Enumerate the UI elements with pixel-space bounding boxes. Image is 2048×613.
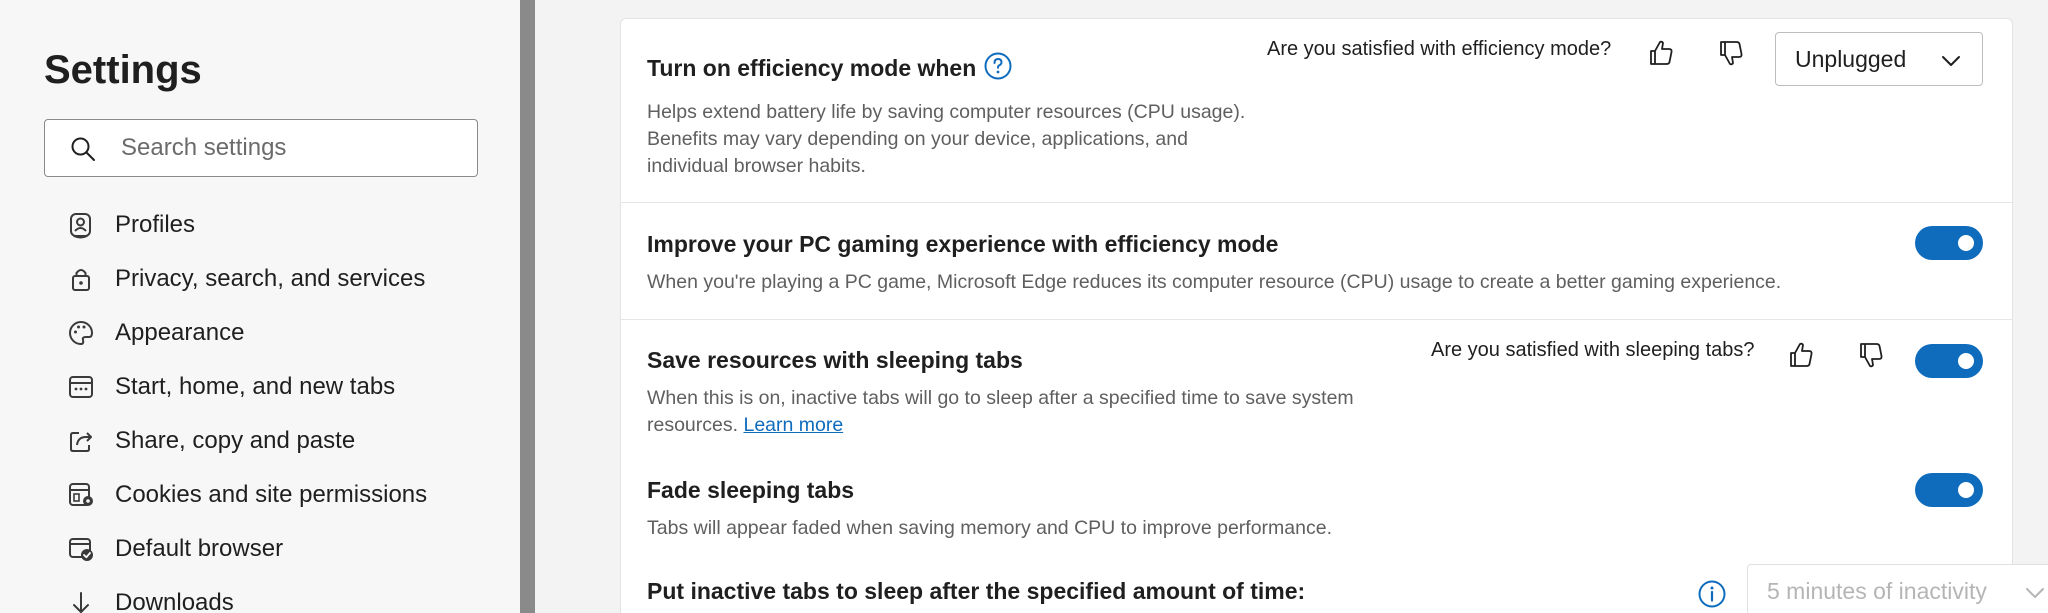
sleeping-tabs-title: Save resources with sleeping tabs (647, 347, 1023, 373)
sidebar-item-share[interactable]: Share, copy and paste (66, 414, 506, 468)
settings-sidebar: Settings Profiles (0, 0, 520, 613)
sidebar-item-label: Start, home, and new tabs (115, 373, 396, 400)
sidebar-item-appearance[interactable]: Appearance (66, 306, 506, 360)
search-input[interactable] (121, 120, 461, 176)
sidebar-item-start-home[interactable]: Start, home, and new tabs (66, 360, 506, 414)
sidebar-item-label: Default browser (115, 535, 284, 562)
toggle-knob (1958, 353, 1974, 369)
sidebar-item-label: Cookies and site permissions (115, 481, 428, 508)
search-icon (71, 137, 95, 161)
sleep-after-title: Put inactive tabs to sleep after the spe… (647, 578, 1306, 604)
sidebar-item-label: Appearance (115, 319, 245, 346)
sidebar-item-label: Share, copy and paste (115, 427, 356, 454)
sidebar-item-downloads[interactable]: Downloads (66, 576, 506, 613)
fade-tabs-description: Tabs will appear faded when saving memor… (647, 517, 1332, 539)
thumbs-up-icon[interactable] (1645, 37, 1677, 69)
sleeping-tabs-description: When this is on, inactive tabs will go t… (647, 385, 1437, 439)
search-box[interactable] (44, 119, 478, 177)
row-divider (621, 202, 2012, 203)
download-arrow-icon (66, 588, 96, 613)
sleep-after-dropdown-value: 5 minutes of inactivity (1767, 578, 1987, 604)
row-divider (621, 319, 2012, 320)
gaming-description: When you're playing a PC game, Microsoft… (647, 271, 1782, 293)
sleeping-tabs-feedback-question: Are you satisfied with sleeping tabs? (1431, 339, 1755, 361)
browser-check-icon (66, 534, 96, 564)
fade-tabs-toggle[interactable] (1915, 473, 1983, 507)
fade-tabs-title: Fade sleeping tabs (647, 477, 855, 503)
sidebar-item-label: Downloads (115, 589, 234, 613)
sidebar-item-label: Profiles (115, 211, 196, 238)
settings-title: Settings (44, 48, 202, 92)
efficiency-dropdown-value: Unplugged (1795, 46, 1907, 72)
lock-icon (66, 264, 96, 294)
sidebar-item-default-browser[interactable]: Default browser (66, 522, 506, 576)
toggle-knob (1958, 235, 1974, 251)
efficiency-mode-title: Turn on efficiency mode when (647, 55, 977, 81)
window-icon (66, 372, 96, 402)
efficiency-mode-dropdown[interactable]: Unplugged (1775, 32, 1983, 86)
thumbs-down-icon[interactable] (1855, 339, 1887, 371)
profile-icon (66, 210, 96, 240)
main-content: Turn on efficiency mode when Helps exten… (535, 0, 2048, 613)
efficiency-feedback-question: Are you satisfied with efficiency mode? (1267, 38, 1612, 60)
sleep-after-dropdown[interactable]: 5 minutes of inactivity (1747, 564, 2048, 613)
cookies-gear-icon (66, 480, 96, 510)
sidebar-item-label: Privacy, search, and services (115, 265, 426, 292)
sidebar-item-cookies[interactable]: Cookies and site permissions (66, 468, 506, 522)
chevron-down-icon (1942, 56, 1960, 66)
chevron-down-icon (2026, 588, 2044, 598)
sleeping-tabs-toggle[interactable] (1915, 344, 1983, 378)
thumbs-down-icon[interactable] (1715, 37, 1747, 69)
sidebar-item-privacy[interactable]: Privacy, search, and services (66, 252, 506, 306)
learn-more-link[interactable]: Learn more (743, 414, 843, 436)
settings-nav: Profiles Privacy, search, and services A… (66, 198, 506, 613)
sidebar-item-profiles[interactable]: Profiles (66, 198, 506, 252)
toggle-knob (1958, 482, 1974, 498)
pane-splitter[interactable] (520, 0, 535, 613)
help-icon[interactable] (983, 51, 1013, 81)
efficiency-mode-description: Helps extend battery life by saving comp… (647, 101, 1246, 177)
info-icon[interactable] (1697, 579, 1727, 609)
share-icon (66, 426, 96, 456)
system-performance-card: Turn on efficiency mode when Helps exten… (620, 18, 2048, 613)
thumbs-up-icon[interactable] (1785, 339, 1817, 371)
gaming-title: Improve your PC gaming experience with e… (647, 231, 1279, 257)
palette-icon (66, 318, 96, 348)
gaming-toggle[interactable] (1915, 226, 1983, 260)
